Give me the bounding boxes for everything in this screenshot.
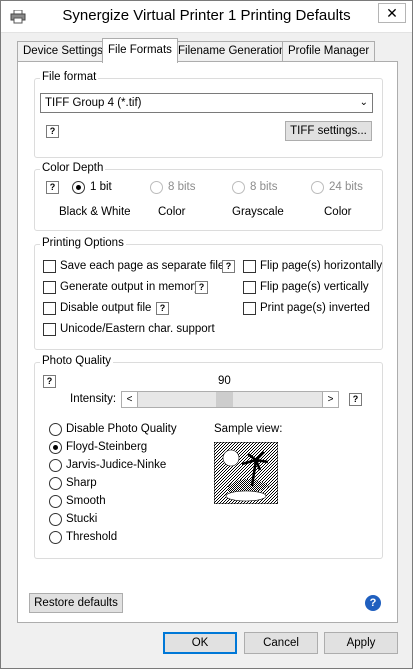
intensity-value: 90 (218, 375, 231, 387)
file-format-selected-value: TIFF Group 4 (*.tif) (45, 97, 142, 109)
window-title: Synergize Virtual Printer 1 Printing Def… (62, 7, 351, 24)
sharp-label: Sharp (66, 477, 97, 489)
black-white-caption: Black & White (59, 206, 131, 218)
radio-floyd-steinberg[interactable] (49, 441, 62, 454)
file-formats-panel: File format TIFF Group 4 (*.tif) ⌄ ? TIF… (17, 61, 398, 623)
color-depth-group-title: Color Depth (40, 162, 106, 174)
unicode-support-label: Unicode/Eastern char. support (60, 323, 215, 335)
radio-1-bit-label: 1 bit (90, 181, 112, 193)
radio-1-bit[interactable] (72, 181, 85, 194)
save-each-page-help-icon[interactable]: ? (222, 260, 235, 273)
file-format-group-title: File format (40, 71, 99, 83)
sample-preview-image (214, 442, 278, 504)
tab-filename-generation[interactable]: Filename Generation (172, 41, 292, 62)
printing-options-group-title: Printing Options (40, 237, 126, 249)
restore-defaults-button[interactable]: Restore defaults (29, 593, 123, 613)
checkbox-flip-vertically[interactable] (243, 281, 256, 294)
grayscale-caption: Grayscale (232, 206, 284, 218)
stucki-label: Stucki (66, 513, 98, 525)
photo-quality-group-title: Photo Quality (40, 355, 114, 367)
checkbox-flip-horizontally[interactable] (243, 260, 256, 273)
info-help-icon[interactable]: ? (365, 595, 381, 611)
intensity-decrease-button[interactable]: < (121, 391, 138, 408)
photo-quality-help-icon[interactable]: ? (43, 375, 56, 388)
printer-icon (10, 10, 26, 24)
jarvis-judice-ninke-label: Jarvis-Judice-Ninke (66, 459, 167, 471)
sample-view-label: Sample view: (214, 423, 283, 435)
checkbox-print-inverted[interactable] (243, 302, 256, 315)
file-format-select[interactable]: TIFF Group 4 (*.tif) ⌄ (40, 93, 373, 113)
radio-8-bits-color[interactable] (150, 181, 163, 194)
title-bar: Synergize Virtual Printer 1 Printing Def… (1, 1, 412, 33)
close-icon: ✕ (386, 4, 398, 21)
radio-stucki[interactable] (49, 513, 62, 526)
generate-in-memory-help-icon[interactable]: ? (195, 281, 208, 294)
tiff-settings-button[interactable]: TIFF settings... (285, 121, 372, 141)
threshold-label: Threshold (66, 531, 118, 543)
checkbox-generate-in-memory[interactable] (43, 281, 56, 294)
floyd-steinberg-label: Floyd-Steinberg (66, 441, 148, 453)
color-depth-help-icon[interactable]: ? (46, 181, 59, 194)
radio-smooth[interactable] (49, 495, 62, 508)
smooth-label: Smooth (66, 495, 106, 507)
radio-jarvis-judice-ninke[interactable] (49, 459, 62, 472)
intensity-label: Intensity: (70, 393, 117, 405)
file-format-help-icon[interactable]: ? (46, 125, 59, 138)
radio-sharp[interactable] (49, 477, 62, 490)
radio-threshold[interactable] (49, 531, 62, 544)
generate-in-memory-label: Generate output in memory (60, 281, 200, 293)
color-caption: Color (158, 206, 186, 218)
save-each-page-label: Save each page as separate file (60, 260, 225, 272)
flip-horizontally-label: Flip page(s) horizontally (260, 260, 383, 272)
file-format-group: File format TIFF Group 4 (*.tif) ⌄ ? TIF… (34, 71, 383, 158)
intensity-slider-track[interactable] (138, 391, 322, 408)
disable-output-file-help-icon[interactable]: ? (156, 302, 169, 315)
disable-photo-quality-label: Disable Photo Quality (66, 423, 177, 435)
radio-8-bits-grayscale-label: 8 bits (250, 181, 278, 193)
intensity-help-icon[interactable]: ? (349, 393, 362, 406)
intensity-slider-thumb[interactable] (216, 392, 233, 407)
radio-24-bits-label: 24 bits (329, 181, 363, 193)
color-24-caption: Color (324, 206, 352, 218)
cancel-button[interactable]: Cancel (244, 632, 318, 654)
ok-button[interactable]: OK (163, 632, 237, 654)
radio-8-bits-grayscale[interactable] (232, 181, 245, 194)
close-button[interactable]: ✕ (378, 3, 406, 23)
dialog-window: Synergize Virtual Printer 1 Printing Def… (0, 0, 413, 669)
photo-quality-group: Photo Quality ? 90 Intensity: < > ? Disa… (34, 355, 383, 559)
checkbox-disable-output-file[interactable] (43, 302, 56, 315)
chevron-left-icon: < (126, 394, 133, 405)
radio-8-bits-color-label: 8 bits (168, 181, 196, 193)
printing-options-group: Printing Options Save each page as separ… (34, 237, 383, 350)
intensity-increase-button[interactable]: > (322, 391, 339, 408)
tab-device-settings[interactable]: Device Settings (17, 41, 109, 62)
print-inverted-label: Print page(s) inverted (260, 302, 370, 314)
apply-button[interactable]: Apply (324, 632, 398, 654)
flip-vertically-label: Flip page(s) vertically (260, 281, 369, 293)
tab-file-formats[interactable]: File Formats (102, 38, 178, 63)
disable-output-file-label: Disable output file (60, 302, 152, 314)
checkbox-unicode-support[interactable] (43, 323, 56, 336)
radio-disable-photo-quality[interactable] (49, 423, 62, 436)
tab-profile-manager[interactable]: Profile Manager (282, 41, 376, 62)
chevron-right-icon: > (327, 394, 334, 405)
checkbox-save-each-page[interactable] (43, 260, 56, 273)
color-depth-group: Color Depth ? 1 bit Black & White 8 bits… (34, 162, 383, 231)
radio-24-bits[interactable] (311, 181, 324, 194)
chevron-down-icon: ⌄ (359, 97, 368, 108)
